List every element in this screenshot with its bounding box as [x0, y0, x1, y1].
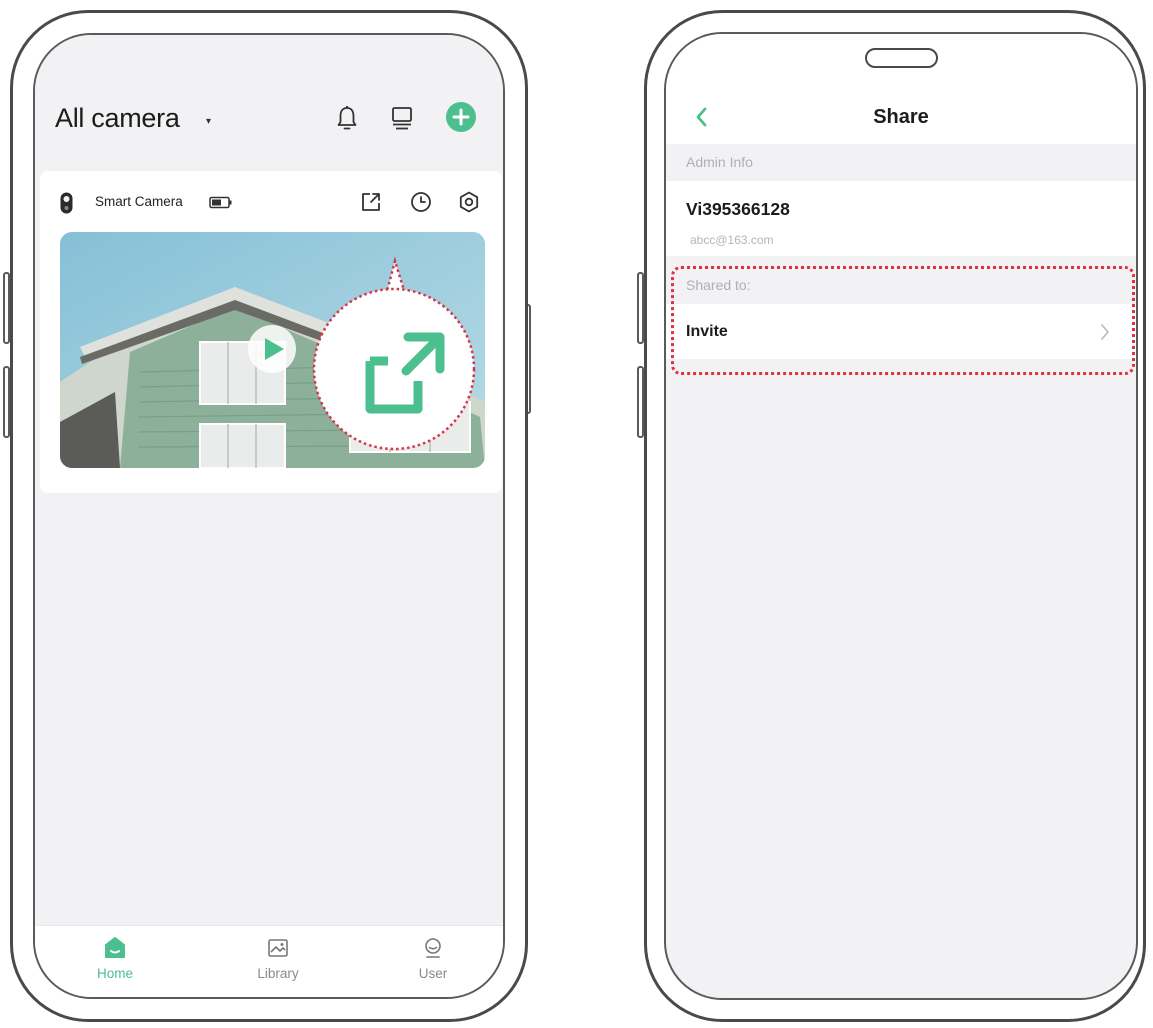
admin-email: abcc@163.com [690, 233, 774, 247]
phone-side-button [3, 272, 10, 344]
page-title: Share [873, 106, 929, 128]
admin-info-section-header: Admin Info [666, 144, 1136, 181]
phone-side-button [637, 366, 644, 438]
add-icon[interactable] [445, 101, 477, 133]
tab-library[interactable]: Library [238, 936, 318, 981]
admin-info-row: Vi395366128 abcc@163.com [666, 181, 1136, 256]
phone-speaker [865, 48, 938, 68]
battery-icon [209, 196, 232, 209]
library-icon [268, 939, 288, 957]
tab-user[interactable]: User [393, 936, 473, 981]
shared-to-highlight [671, 266, 1135, 375]
clock-icon[interactable] [409, 190, 433, 214]
phone-side-button [637, 272, 644, 344]
monitor-icon[interactable] [387, 103, 417, 133]
bell-icon[interactable] [332, 103, 362, 133]
tab-user-label: User [418, 966, 448, 981]
camera-group-selector[interactable]: All camera [55, 103, 180, 134]
tab-library-label: Library [257, 966, 299, 981]
user-icon [425, 938, 441, 958]
tab-home-label: Home [96, 966, 133, 981]
phone-side-button [3, 366, 10, 438]
camera-icon [60, 192, 73, 214]
gear-icon[interactable] [457, 190, 481, 214]
camera-name: Smart Camera [95, 194, 183, 209]
home-icon [105, 937, 125, 958]
admin-user-id: Vi395366128 [686, 199, 790, 219]
bottom-tab-bar: Home Library User [35, 925, 503, 997]
share-icon[interactable] [359, 190, 383, 214]
home-screen: All camera ▾ Smart Camera Home Library U… [33, 33, 505, 999]
home-header: All camera ▾ [35, 35, 503, 170]
tab-home[interactable]: Home [75, 936, 155, 981]
dropdown-caret-icon[interactable]: ▾ [206, 116, 211, 127]
share-screen: Share Admin Info Vi395366128 abcc@163.co… [664, 32, 1138, 1000]
share-icon-callout [312, 256, 476, 451]
